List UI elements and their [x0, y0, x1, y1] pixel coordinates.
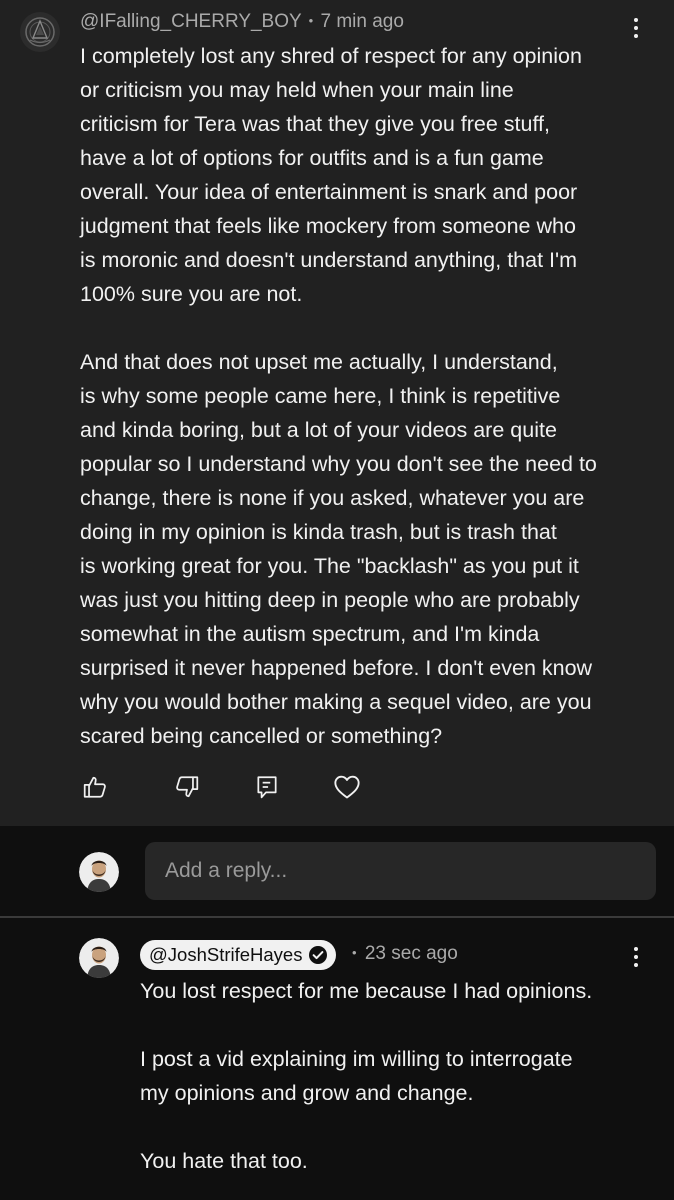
reply-line: my opinions and grow and change. [140, 1081, 474, 1105]
comment-line: why you would bother making a sequel vid… [80, 690, 592, 714]
comment-author[interactable]: @IFalling_CHERRY_BOY [80, 11, 301, 32]
reply-line: You hate that too. [140, 1149, 308, 1173]
reply-input[interactable] [145, 842, 656, 900]
comment-line: popular so I understand why you don't se… [80, 452, 597, 476]
reply-comment: @JoshStrifeHayes • 23 sec ago You lost r… [0, 918, 674, 1200]
heart-button[interactable] [332, 770, 362, 804]
comment-line: And that does not upset me actually, I u… [80, 350, 558, 374]
reply-menu-icon[interactable] [624, 943, 648, 971]
comment-line: surprised it never happened before. I do… [80, 656, 593, 680]
comment-line: doing in my opinion is kinda trash, but … [80, 520, 557, 544]
comment-text: I completely lost any shred of respect f… [80, 39, 597, 753]
user-avatar[interactable] [79, 852, 119, 892]
comment-line: scared being cancelled or something? [80, 724, 443, 748]
reply-input-row [0, 826, 674, 916]
heart-icon [334, 775, 360, 799]
comment-line: somewhat in the autism spectrum, and I'm… [80, 622, 540, 646]
comment-line: is why some people came here, I think is… [80, 384, 561, 408]
comment-time: 7 min ago [320, 11, 404, 32]
reply-button[interactable] [252, 770, 282, 804]
comment-line: and kinda boring, but a lot of your vide… [80, 418, 557, 442]
comment-line: was just you hitting deep in people who … [80, 588, 580, 612]
top-comment: @IFalling_CHERRY_BOY • 7 min ago I compl… [0, 0, 674, 826]
comment-meta: @IFalling_CHERRY_BOY • 7 min ago [80, 11, 404, 33]
comment-line: overall. Your idea of entertainment is s… [80, 180, 578, 204]
comment-line: is moronic and doesn't understand anythi… [80, 248, 578, 272]
thumbs-down-icon [176, 776, 199, 798]
verified-check-icon [309, 946, 328, 964]
creator-badge[interactable]: @JoshStrifeHayes [140, 940, 337, 970]
reply-author: @JoshStrifeHayes [149, 944, 303, 965]
reply-line: You lost respect for me because I had op… [140, 979, 593, 1003]
commenter-avatar[interactable] [20, 12, 60, 52]
comment-line: I completely lost any shred of respect f… [80, 44, 582, 68]
thumbs-up-icon [83, 776, 106, 798]
comment-line: have a lot of options for outfits and is… [80, 146, 544, 170]
reply-text: You lost respect for me because I had op… [140, 974, 592, 1178]
reply-line: I post a vid explaining im willing to in… [140, 1047, 573, 1071]
meta-separator: • [352, 945, 357, 960]
reply-icon [257, 776, 277, 799]
dislike-button[interactable] [172, 770, 202, 804]
reply-meta: • 23 sec ago [352, 943, 458, 965]
comment-line: or criticism you may held when your main… [80, 78, 514, 102]
like-button[interactable] [80, 770, 110, 804]
reply-time: 23 sec ago [364, 943, 458, 964]
comment-line: change, there is none if you asked, what… [80, 486, 585, 510]
comment-line: is working great for you. The "backlash"… [80, 554, 579, 578]
comment-line: 100% sure you are not. [80, 282, 303, 306]
meta-separator: • [308, 13, 314, 28]
comment-line: criticism for Tera was that they give yo… [80, 112, 551, 136]
comment-menu-icon[interactable] [624, 14, 648, 42]
creator-avatar[interactable] [79, 938, 119, 978]
comment-line: judgment that feels like mockery from so… [80, 214, 576, 238]
